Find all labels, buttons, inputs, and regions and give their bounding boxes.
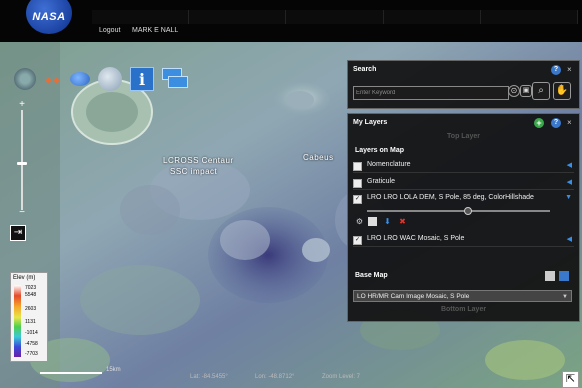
close-icon[interactable]: × bbox=[567, 118, 572, 127]
info-icon[interactable]: i bbox=[130, 67, 154, 91]
legend-title: Elev (m) bbox=[13, 275, 36, 281]
tool-icon[interactable]: ⚙ bbox=[355, 217, 364, 226]
zoom-level-readout: Zoom Level: 7 bbox=[322, 374, 361, 380]
latitude-readout: Lat: -84.5455° bbox=[190, 374, 228, 380]
help-icon[interactable]: ? bbox=[551, 118, 561, 128]
options-icon[interactable]: ▣ bbox=[520, 85, 532, 97]
legend-tick: -4758 bbox=[25, 341, 38, 347]
elevation-legend: Elev (m) 7023 5548 2603 1131 -1014 -4758… bbox=[10, 272, 48, 362]
layer-row[interactable]: Nomenclature ◀ bbox=[353, 160, 574, 173]
help-icon[interactable]: ? bbox=[551, 65, 561, 75]
zoom-track[interactable] bbox=[21, 110, 23, 210]
nav-slot[interactable] bbox=[383, 10, 481, 24]
legend-color-bar bbox=[14, 285, 21, 357]
expand-arrow-icon[interactable]: ▼ bbox=[565, 194, 572, 201]
legend-tick: -1014 bbox=[25, 330, 38, 336]
layer-row[interactable]: ✓ LRO LRO LOLA DEM, S Pole, 85 deg, Colo… bbox=[353, 193, 574, 205]
nav-slot[interactable] bbox=[92, 10, 190, 24]
scale-text: 15km bbox=[106, 367, 121, 373]
corner-arrow-icon[interactable]: ⇱ bbox=[562, 371, 579, 388]
layer-row[interactable]: Graticule ◀ bbox=[353, 177, 574, 190]
zoom-in-button[interactable]: + bbox=[15, 100, 29, 110]
globe-icon[interactable] bbox=[70, 72, 90, 86]
layers-panel-title: My Layers bbox=[353, 119, 388, 126]
search-panel: Search ? × ⊙ ▣ ⌕ ✋ bbox=[347, 60, 580, 109]
clear-search-icon[interactable]: ⊙ bbox=[508, 85, 520, 97]
pan-hand-icon[interactable]: ✋ bbox=[553, 82, 571, 100]
add-layer-icon[interactable]: + bbox=[534, 118, 544, 128]
nav-slot[interactable] bbox=[189, 10, 287, 24]
top-bar: NASA Logout MARK E NALL bbox=[0, 0, 582, 42]
map-label-cabeus[interactable]: Cabeus bbox=[303, 153, 334, 162]
properties-icon[interactable] bbox=[368, 217, 377, 226]
layer-name: Graticule bbox=[367, 178, 396, 185]
opacity-slider[interactable] bbox=[367, 207, 550, 215]
legend-tick: 2603 bbox=[25, 306, 37, 312]
chevron-down-icon: ▼ bbox=[562, 294, 568, 300]
layers-panel: My Layers + ? × Top Layer Layers on Map … bbox=[347, 113, 580, 322]
top-layer-label: Top Layer bbox=[447, 133, 480, 140]
map-label-ssc-impact[interactable]: SSC impact bbox=[170, 167, 217, 176]
layer-checkbox[interactable] bbox=[353, 179, 362, 188]
layers-icon[interactable] bbox=[162, 68, 188, 90]
logout-link[interactable]: Logout bbox=[99, 27, 120, 34]
username: MARK E NALL bbox=[132, 27, 179, 34]
layer-row[interactable]: ✓ LRO LRO WAC Mosaic, S Pole ◀ bbox=[353, 234, 574, 247]
map-toolbar: i bbox=[14, 64, 188, 94]
close-icon[interactable]: × bbox=[567, 65, 572, 74]
layer-name: LRO LRO WAC Mosaic, S Pole bbox=[367, 235, 465, 242]
rover-icon[interactable] bbox=[14, 68, 36, 90]
nav-strip bbox=[92, 10, 579, 24]
zoom-out-button[interactable]: − bbox=[15, 208, 29, 218]
layer-name: LRO LRO LOLA DEM, S Pole, 85 deg, ColorH… bbox=[367, 194, 534, 201]
layer-checkbox[interactable]: ✓ bbox=[353, 195, 362, 204]
basemap-layers-icon[interactable] bbox=[559, 271, 569, 281]
basemap-doc-icon[interactable] bbox=[545, 271, 555, 281]
bottom-layer-label: Bottom Layer bbox=[440, 306, 487, 313]
scale-bar bbox=[40, 372, 102, 374]
delete-icon[interactable]: ✖ bbox=[398, 217, 407, 226]
expand-arrow-icon[interactable]: ◀ bbox=[567, 235, 572, 243]
layer-checkbox[interactable]: ✓ bbox=[353, 236, 362, 245]
base-map-select[interactable]: LO HR/MR Cam Image Mosaic, S Pole ▼ bbox=[353, 290, 572, 302]
legend-tick: -7703 bbox=[25, 351, 38, 357]
zoom-control[interactable]: + − bbox=[15, 100, 29, 220]
base-map-value: LO HR/MR Cam Image Mosaic, S Pole bbox=[357, 293, 470, 300]
expand-arrow-icon[interactable]: ◀ bbox=[567, 161, 572, 169]
map-label-lcross[interactable]: LCROSS Centaur bbox=[163, 156, 234, 165]
legend-tick: 7023 bbox=[25, 285, 37, 291]
search-icon[interactable]: ⌕ bbox=[532, 82, 550, 100]
base-map-label: Base Map bbox=[355, 272, 388, 279]
moon-icon[interactable] bbox=[98, 67, 122, 91]
legend-tick: 5548 bbox=[25, 292, 37, 298]
layer-checkbox[interactable] bbox=[353, 162, 362, 171]
opacity-slider-knob[interactable] bbox=[463, 207, 472, 215]
nasa-logo[interactable]: NASA bbox=[26, 0, 72, 34]
search-input[interactable] bbox=[353, 86, 509, 100]
search-panel-title: Search bbox=[353, 66, 377, 73]
layers-on-map-label: Layers on Map bbox=[355, 147, 405, 154]
download-icon[interactable]: ⬇ bbox=[383, 217, 392, 226]
expand-arrow-icon[interactable]: ⇥ bbox=[10, 225, 26, 241]
nav-slot[interactable] bbox=[286, 10, 384, 24]
layer-name: Nomenclature bbox=[367, 161, 411, 168]
legend-tick: 1131 bbox=[25, 319, 36, 325]
measure-icon[interactable] bbox=[44, 70, 62, 88]
nav-slot[interactable] bbox=[480, 10, 579, 24]
expand-arrow-icon[interactable]: ◀ bbox=[567, 178, 572, 186]
zoom-knob[interactable] bbox=[17, 162, 27, 165]
longitude-readout: Lon: -48.8712° bbox=[255, 374, 295, 380]
